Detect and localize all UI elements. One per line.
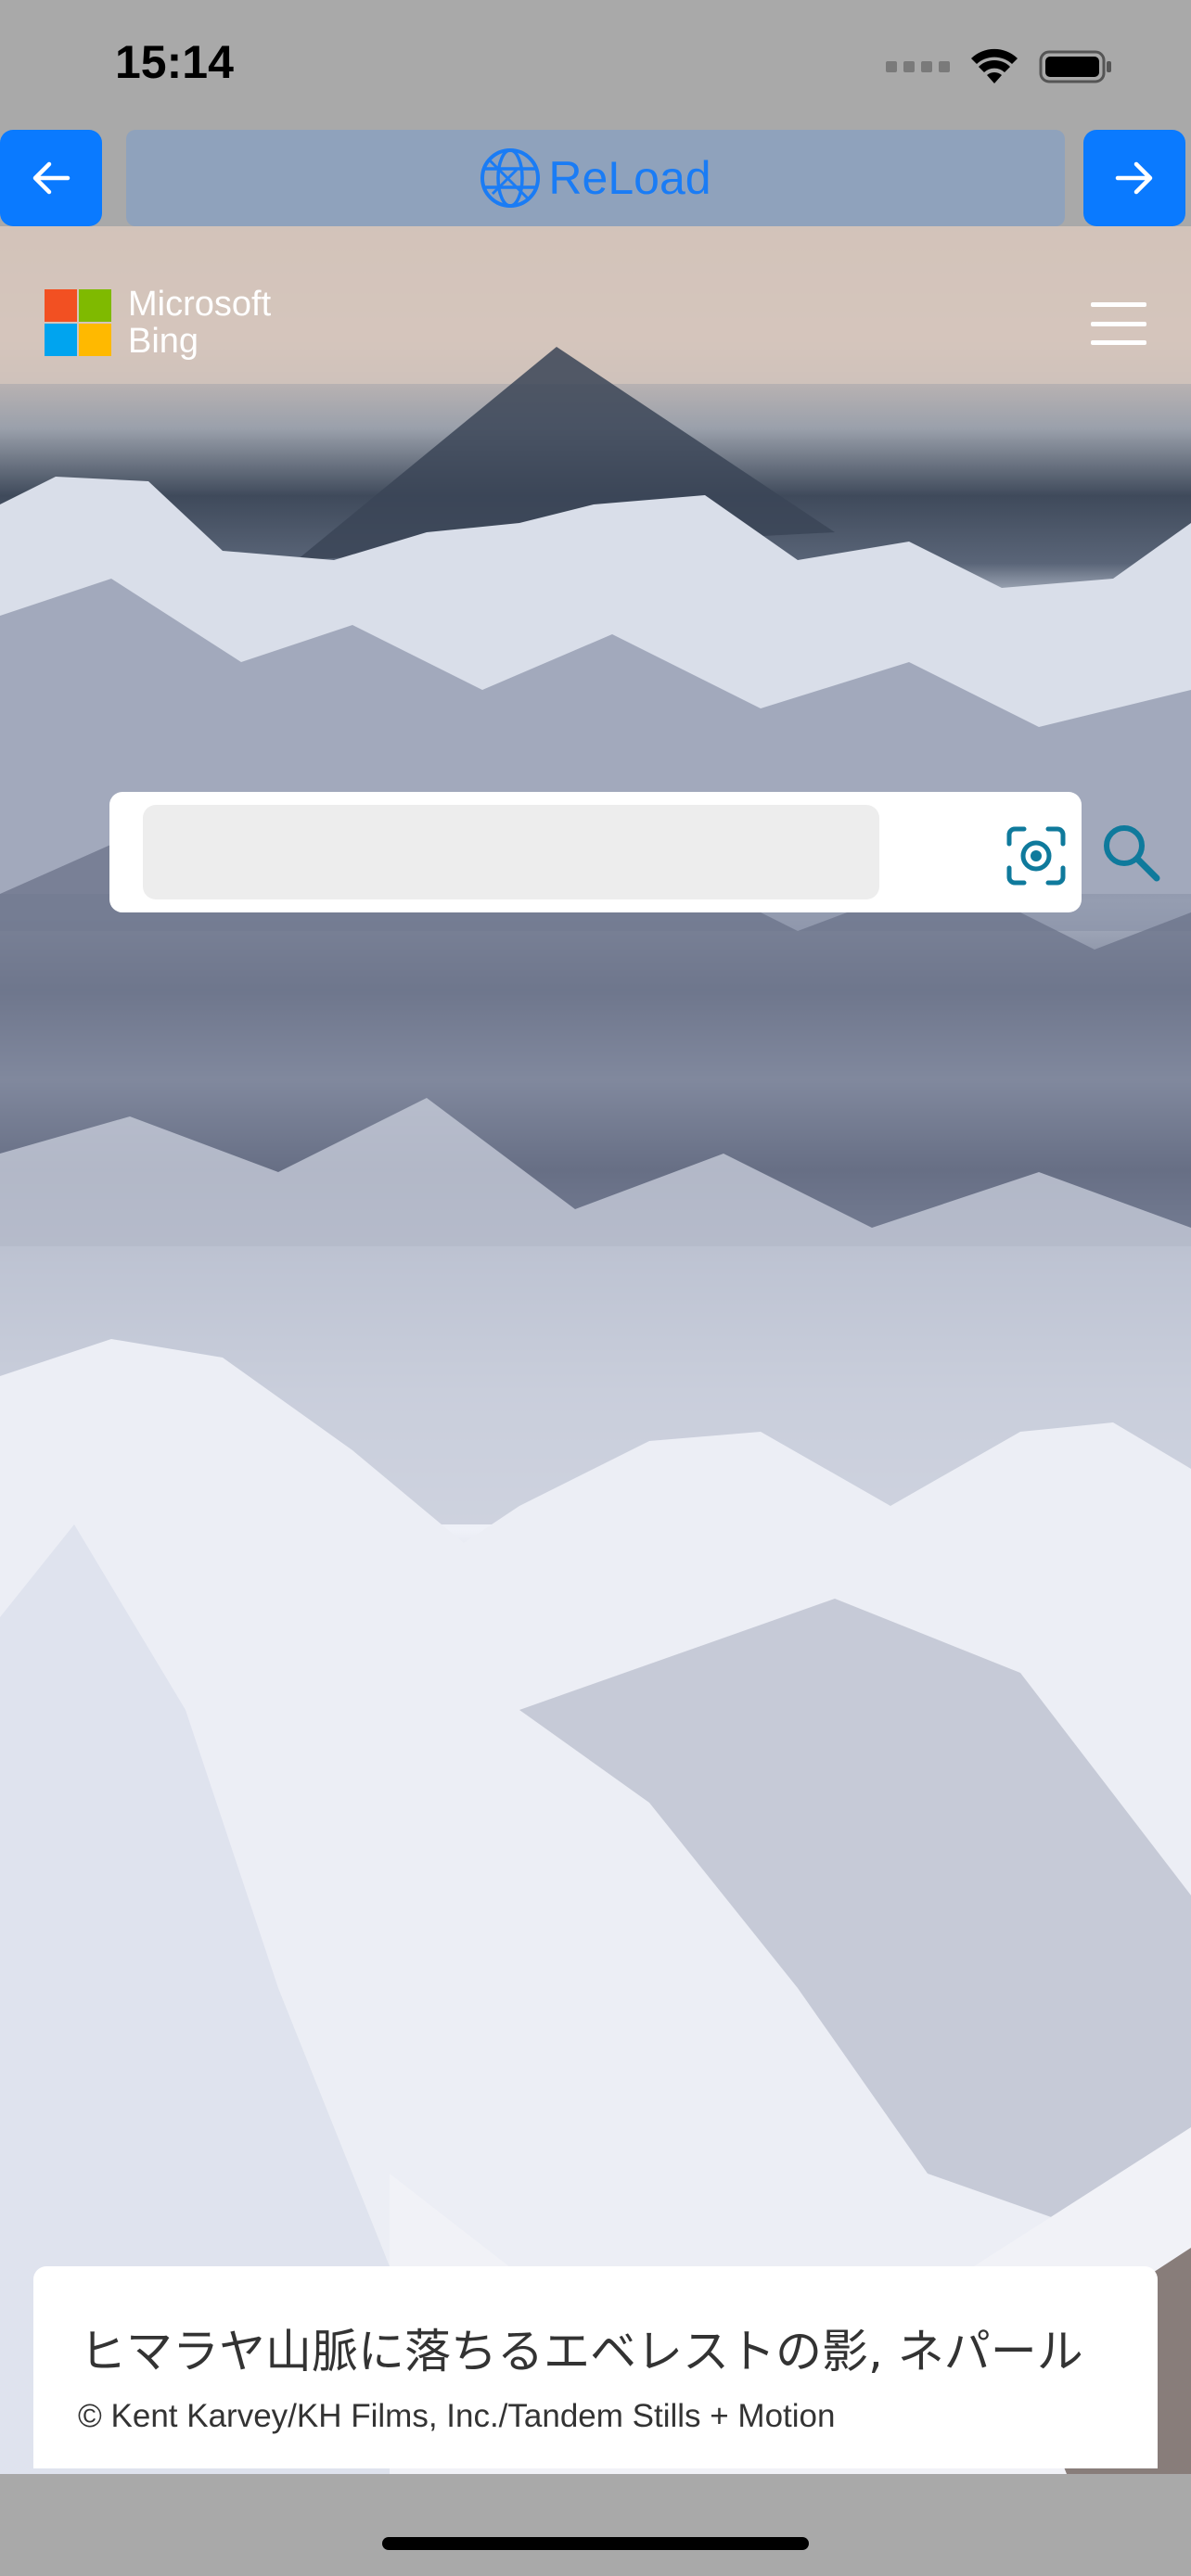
caption-title: ヒマラヤ山脈に落ちるエベレストの影, ネパール (80, 2325, 1083, 2378)
wifi-icon (971, 48, 1018, 83)
image-caption-card[interactable]: ヒマラヤ山脈に落ちるエベレストの影, ネパール © Kent Karvey/KH… (33, 2266, 1158, 2468)
home-indicator[interactable] (382, 2537, 809, 2550)
hamburger-menu-icon[interactable] (1091, 302, 1146, 345)
battery-icon (1039, 50, 1111, 83)
status-time: 15:14 (115, 36, 234, 88)
globe-icon (480, 148, 541, 208)
background-image (0, 226, 1191, 2474)
arrow-right-icon (1115, 161, 1153, 195)
visual-search-icon[interactable] (1005, 825, 1067, 886)
mountain-illustration (0, 226, 1191, 2474)
bing-logo-line1: Microsoft (128, 285, 272, 324)
bing-logo-line2: Bing (128, 322, 199, 361)
back-button[interactable] (0, 130, 102, 226)
browser-toolbar: ReLoad (0, 130, 1191, 226)
bing-wordmark: Microsoft Bing (128, 286, 271, 360)
search-input[interactable] (143, 805, 879, 899)
caption-credit: © Kent Karvey/KH Films, Inc./Tandem Stil… (78, 2398, 836, 2434)
bing-logo[interactable]: Microsoft Bing (45, 286, 271, 360)
search-box (109, 792, 1160, 912)
status-bar: 15:14 (0, 0, 1191, 130)
cellular-signal-icon (886, 61, 950, 72)
microsoft-logo-icon (45, 289, 111, 356)
search-icon[interactable] (1100, 822, 1161, 883)
reload-label: ReLoad (548, 152, 711, 204)
forward-button[interactable] (1083, 130, 1185, 226)
reload-button[interactable]: ReLoad (126, 130, 1065, 226)
status-icons (886, 45, 1113, 89)
arrow-left-icon (32, 161, 70, 195)
